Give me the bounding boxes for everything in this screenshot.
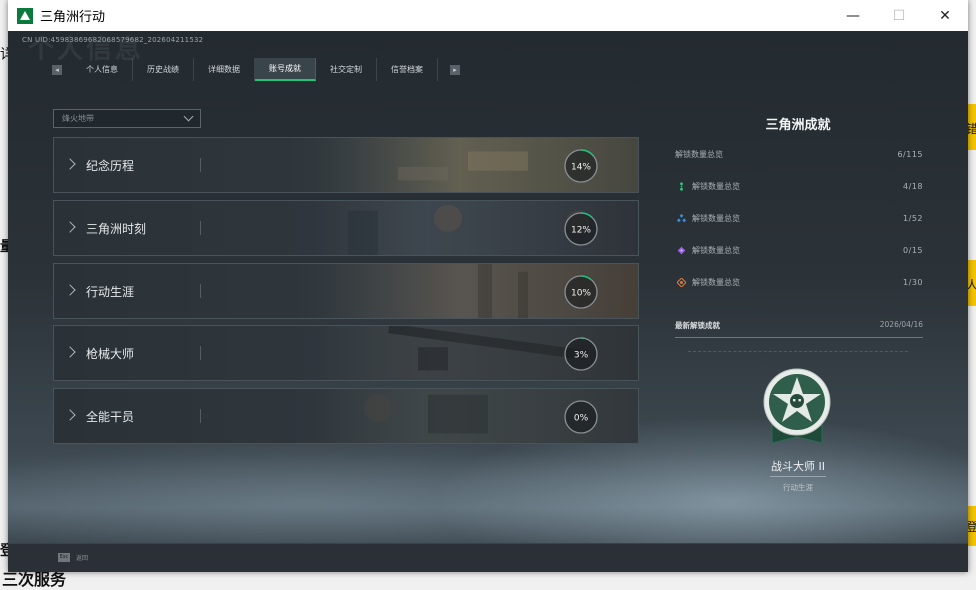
esc-key-icon[interactable]: Esc bbox=[58, 553, 70, 562]
blue-rank-icon bbox=[677, 213, 686, 222]
green-rank-icon bbox=[680, 181, 683, 191]
mode-select-value: 烽火地带 bbox=[62, 114, 94, 123]
user-uid: CN UID:45983869682068579682_202604211532 bbox=[22, 36, 204, 44]
achievement-category[interactable]: 三角洲时刻 12% bbox=[53, 200, 639, 256]
achievement-category[interactable]: 纪念历程 14% bbox=[53, 137, 639, 193]
svg-text:12%: 12% bbox=[571, 226, 591, 236]
chevron-right-icon bbox=[64, 409, 76, 421]
chevron-right-icon bbox=[64, 158, 76, 170]
unlock-total-label: 解锁数量总览 bbox=[675, 149, 723, 159]
tab-achievements[interactable]: 账号成就 bbox=[255, 58, 316, 81]
tab-prev-button[interactable]: ◂ bbox=[52, 64, 62, 75]
tab-next-button[interactable]: ▸ bbox=[450, 64, 460, 75]
progress-ring: 10% bbox=[564, 275, 598, 309]
window-title: 三角洲行动 bbox=[40, 10, 106, 25]
tab-credit[interactable]: 信誉档案 bbox=[377, 58, 438, 81]
unlock-tier-value: 1/52 bbox=[903, 213, 923, 223]
badge-category: 行动生涯 bbox=[783, 483, 813, 492]
maximize-button[interactable]: ☐ bbox=[876, 0, 922, 31]
svg-text:14%: 14% bbox=[571, 163, 591, 173]
unlock-tier-label: 解锁数量总览 bbox=[692, 245, 740, 255]
tab-bar: ◂ 个人信息 历史战绩 详细数据 账号成就 社交定制 信誉档案 ▸ bbox=[52, 58, 460, 81]
achievement-category[interactable]: 枪械大师 3% bbox=[53, 325, 639, 381]
back-label[interactable]: 返回 bbox=[76, 553, 88, 562]
svg-text:10%: 10% bbox=[571, 289, 591, 299]
achievement-category[interactable]: 行动生涯 10% bbox=[53, 263, 639, 319]
chevron-right-icon bbox=[64, 346, 76, 358]
chevron-right-icon bbox=[64, 221, 76, 233]
chevron-down-icon bbox=[183, 111, 194, 122]
category-label: 枪械大师 bbox=[86, 347, 135, 361]
unlock-tier-value: 1/30 bbox=[903, 277, 923, 287]
purple-rank-icon bbox=[677, 246, 686, 254]
unlock-tier-row: 解锁数量总览 1/52 bbox=[675, 210, 923, 226]
category-label: 三角洲时刻 bbox=[86, 222, 147, 236]
panel-title: 三角洲成就 bbox=[765, 118, 831, 133]
tab-history[interactable]: 历史战绩 bbox=[133, 58, 194, 81]
tab-detailed-data[interactable]: 详细数据 bbox=[194, 58, 255, 81]
svg-text:0%: 0% bbox=[574, 414, 589, 424]
unlock-tier-row: 解锁数量总览 4/18 bbox=[675, 178, 923, 194]
latest-unlock-header: 最新解锁成就 2026/04/16 bbox=[675, 320, 923, 338]
unlock-tier-row: 解锁数量总览 0/15 bbox=[675, 242, 923, 258]
unlock-tier-label: 解锁数量总览 bbox=[692, 277, 740, 287]
close-button[interactable]: ✕ bbox=[922, 0, 968, 31]
progress-ring: 3% bbox=[564, 337, 598, 371]
progress-ring: 14% bbox=[564, 149, 598, 183]
unlock-tier-label: 解锁数量总览 bbox=[692, 213, 740, 223]
unlock-tier-row: 解锁数量总览 1/30 bbox=[675, 274, 923, 290]
bottom-bar: Esc 返回 bbox=[8, 543, 968, 572]
unlock-total-row: 解锁数量总览 6/115 bbox=[675, 146, 923, 162]
category-label: 行动生涯 bbox=[86, 285, 135, 299]
latest-unlock-date: 2026/04/16 bbox=[879, 320, 923, 329]
progress-ring: 0% bbox=[564, 400, 598, 434]
category-label: 纪念历程 bbox=[86, 159, 135, 173]
unlock-tier-value: 4/18 bbox=[903, 181, 923, 191]
mode-select[interactable]: 烽火地带 bbox=[53, 109, 201, 128]
tab-personal-info[interactable]: 个人信息 bbox=[72, 58, 133, 81]
achievement-badge-icon[interactable] bbox=[762, 367, 832, 449]
tab-social[interactable]: 社交定制 bbox=[316, 58, 377, 81]
badge-name: 战斗大师 II bbox=[771, 460, 825, 473]
unlock-tier-label: 解锁数量总览 bbox=[692, 181, 740, 191]
unlock-tier-value: 0/15 bbox=[903, 245, 923, 255]
minimize-button[interactable]: — bbox=[830, 0, 876, 31]
latest-unlock-label: 最新解锁成就 bbox=[675, 321, 720, 330]
unlock-total-value: 6/115 bbox=[897, 149, 923, 159]
app-window: 三角洲行动 — ☐ ✕ 个人信息 CN UID:4598386968206857… bbox=[8, 0, 968, 572]
svg-text:3%: 3% bbox=[574, 351, 589, 361]
progress-ring: 12% bbox=[564, 212, 598, 246]
app-logo-icon bbox=[17, 7, 33, 24]
achievement-category[interactable]: 全能干员 0% bbox=[53, 388, 639, 444]
category-label: 全能干员 bbox=[86, 410, 135, 424]
chevron-right-icon bbox=[64, 284, 76, 296]
main-content: 个人信息 CN UID:45983869682068579682_2026042… bbox=[8, 31, 968, 572]
orange-rank-icon bbox=[677, 277, 686, 287]
title-bar: 三角洲行动 — ☐ ✕ bbox=[8, 0, 968, 31]
